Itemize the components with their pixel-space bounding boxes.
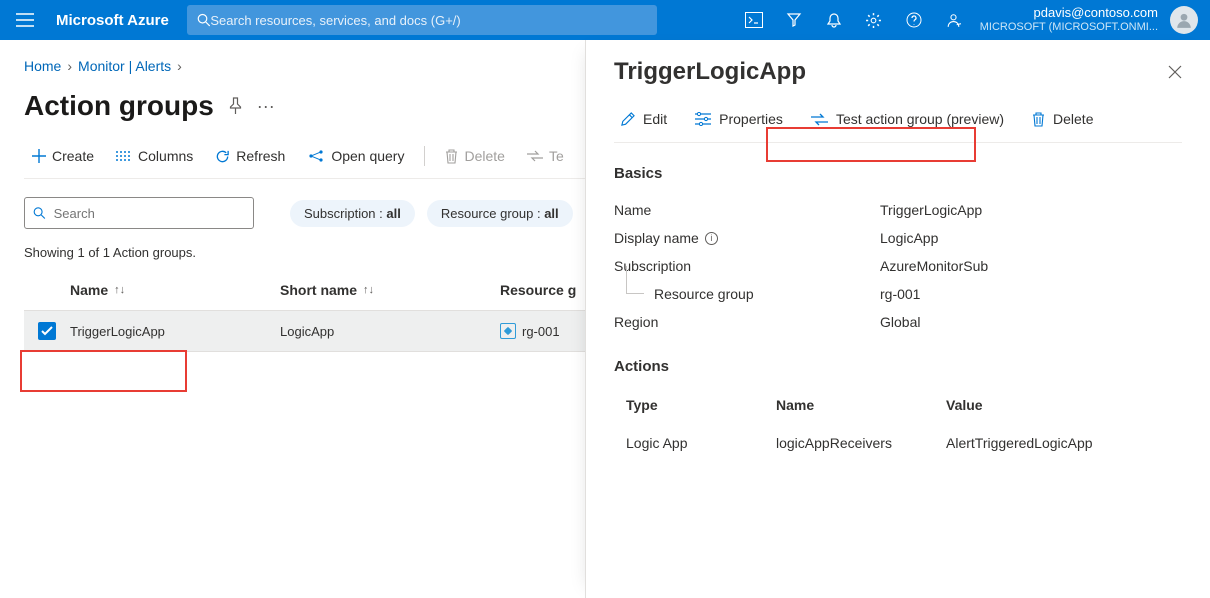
settings-icon[interactable]	[854, 0, 894, 40]
crumb-monitor[interactable]: Monitor | Alerts	[78, 58, 171, 74]
highlight-row	[20, 350, 187, 392]
columns-button[interactable]: Columns	[108, 144, 201, 168]
columns-label: Columns	[138, 148, 193, 164]
value-region: Global	[880, 314, 920, 330]
label-sub: Subscription	[614, 258, 880, 274]
refresh-button[interactable]: Refresh	[207, 144, 293, 168]
account-block[interactable]: pdavis@contoso.com MICROSOFT (MICROSOFT.…	[974, 6, 1164, 34]
search-input[interactable]	[54, 206, 245, 221]
label-name: Name	[614, 202, 880, 218]
actions-heading: Actions	[614, 358, 1182, 375]
create-label: Create	[52, 148, 94, 164]
label-region: Region	[614, 314, 880, 330]
page-title: Action groups	[24, 90, 214, 122]
col-header-short[interactable]: Short name ↑↓	[280, 282, 500, 298]
col-header-name[interactable]: Name ↑↓	[70, 282, 280, 298]
row-rg: rg-001	[522, 324, 560, 339]
help-icon[interactable]	[894, 0, 934, 40]
global-search-input[interactable]	[210, 13, 646, 28]
pane-toolbar: Edit Properties Test action group (previ…	[614, 108, 1182, 143]
feedback-icon[interactable]	[934, 0, 974, 40]
crumb-home[interactable]: Home	[24, 58, 61, 74]
create-button[interactable]: Create	[24, 144, 102, 168]
label-display: Display namei	[614, 230, 880, 246]
label-rg: Resource group	[614, 286, 880, 302]
col-type: Type	[626, 397, 776, 413]
cloud-shell-icon[interactable]	[734, 0, 774, 40]
account-email: pdavis@contoso.com	[980, 6, 1158, 20]
row-short: LogicApp	[280, 324, 334, 339]
delete-label: Delete	[464, 148, 504, 164]
more-icon[interactable]: ···	[257, 96, 275, 117]
basics-heading: Basics	[614, 165, 1182, 182]
pane-title: TriggerLogicApp	[614, 58, 806, 86]
value-rg: rg-001	[880, 286, 920, 302]
global-search[interactable]	[187, 5, 657, 35]
refresh-label: Refresh	[236, 148, 285, 164]
row-name: TriggerLogicApp	[70, 324, 165, 339]
col-value: Value	[946, 397, 1170, 413]
value-sub: AzureMonitorSub	[880, 258, 988, 274]
filter-icon[interactable]	[774, 0, 814, 40]
pin-icon[interactable]	[228, 97, 243, 115]
details-pane: TriggerLogicApp Edit Properties Test act…	[585, 40, 1210, 598]
search-field[interactable]	[24, 197, 254, 229]
col-name: Name	[776, 397, 946, 413]
value-name: TriggerLogicApp	[880, 202, 982, 218]
sort-icon: ↑↓	[363, 284, 374, 296]
value-display: LogicApp	[880, 230, 938, 246]
edit-button[interactable]: Edit	[614, 108, 673, 130]
test-button-truncated[interactable]: Te	[519, 144, 572, 168]
pane-delete-button[interactable]: Delete	[1026, 108, 1099, 130]
cell-name: logicAppReceivers	[776, 435, 946, 451]
filter-subscription[interactable]: Subscription : all	[290, 200, 415, 227]
cell-value: AlertTriggeredLogicApp	[946, 435, 1170, 451]
separator	[424, 146, 425, 166]
open-query-button[interactable]: Open query	[299, 144, 412, 168]
filter-resource-group[interactable]: Resource group : all	[427, 200, 573, 227]
properties-button[interactable]: Properties	[689, 108, 789, 130]
top-bar: Microsoft Azure pdavis@contoso.com MICRO…	[0, 0, 1210, 40]
hamburger-icon[interactable]	[10, 13, 40, 27]
sort-icon: ↑↓	[114, 284, 125, 296]
resource-group-icon	[500, 323, 516, 339]
chevron-right-icon: ›	[177, 58, 182, 74]
chevron-right-icon: ›	[67, 58, 72, 74]
cell-type: Logic App	[626, 435, 776, 451]
actions-row: Logic App logicAppReceivers AlertTrigger…	[614, 421, 1182, 465]
test-action-group-button[interactable]: Test action group (preview)	[805, 108, 1010, 130]
te-label: Te	[549, 148, 564, 164]
delete-button[interactable]: Delete	[437, 144, 512, 168]
row-checkbox[interactable]	[38, 322, 56, 340]
actions-table: Type Name Value Logic App logicAppReceiv…	[614, 389, 1182, 465]
avatar-icon[interactable]	[1170, 6, 1198, 34]
open-query-label: Open query	[331, 148, 404, 164]
notifications-icon[interactable]	[814, 0, 854, 40]
account-tenant: MICROSOFT (MICROSOFT.ONMI...	[980, 20, 1158, 34]
brand-label[interactable]: Microsoft Azure	[56, 12, 169, 29]
close-icon[interactable]	[1168, 65, 1182, 79]
info-icon[interactable]: i	[705, 232, 718, 245]
